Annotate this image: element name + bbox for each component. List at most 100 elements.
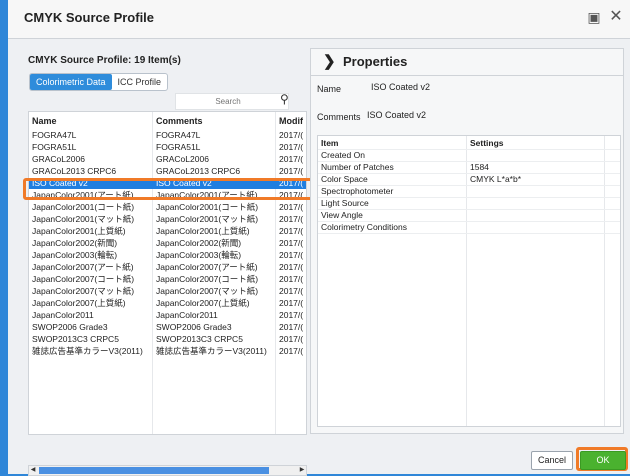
window-icon[interactable]: ▣ xyxy=(586,9,602,25)
settings-row[interactable]: Created On xyxy=(318,150,620,162)
title-bar: CMYK Source Profile ▣ ✕ xyxy=(8,0,630,39)
cell-modified: 2017/( xyxy=(279,322,304,332)
profile-list-panel: CMYK Source Profile: 19 Item(s) Colorime… xyxy=(22,47,307,476)
tab-colorimetric-data[interactable]: Colorimetric Data xyxy=(30,74,112,90)
chevron-right-icon[interactable]: ❯ xyxy=(323,52,336,70)
cell-comments: JapanColor2001(コート紙) xyxy=(156,202,259,212)
table-row[interactable]: JapanColor2001(コート紙) JapanColor2001(コート紙)… xyxy=(29,202,306,213)
cell-modified: 2017/( xyxy=(279,274,304,284)
settings-row[interactable]: View Angle xyxy=(318,210,620,222)
cell-name: JapanColor2007(アート紙) xyxy=(32,262,134,272)
table-row[interactable]: JapanColor2001(上質紙) JapanColor2001(上質紙) 20… xyxy=(29,226,306,237)
column-header-comments[interactable]: Comments xyxy=(153,112,203,128)
cell-comments: JapanColor2002(新聞) xyxy=(156,238,242,248)
cell-comments: JapanColor2001(マット紙) xyxy=(156,214,259,224)
cell-modified: 2017/( xyxy=(279,346,304,356)
table-row[interactable]: 雑誌広告基準カラーV3(2011) 雑誌広告基準カラーV3(2011) 2017/( xyxy=(29,346,306,357)
table-row[interactable]: JapanColor2007(上質紙) JapanColor2007(上質紙) 20… xyxy=(29,298,306,309)
search-box[interactable]: ⚲ xyxy=(175,92,289,110)
cell-name: FOGRA51L xyxy=(32,142,77,152)
tab-icc-profile[interactable]: ICC Profile xyxy=(112,74,168,90)
cell-modified: 2017/( xyxy=(279,310,304,320)
table-row[interactable]: JapanColor2007(マット紙) JapanColor2007(マット紙)… xyxy=(29,286,306,297)
cell-comments: JapanColor2003(輪転) xyxy=(156,250,242,260)
cell-comments: JapanColor2007(上質紙) xyxy=(156,298,250,308)
table-row[interactable]: FOGRA47L FOGRA47L 2017/( xyxy=(29,130,306,141)
setting-item: Created On xyxy=(321,150,365,160)
search-icon[interactable]: ⚲ xyxy=(280,92,289,106)
search-input[interactable] xyxy=(186,94,270,109)
table-row[interactable]: GRACoL2006 GRACoL2006 2017/( xyxy=(29,154,306,165)
settings-row[interactable]: Colorimetry Conditions xyxy=(318,222,620,234)
comments-label: Comments xyxy=(317,112,361,122)
table-row[interactable]: JapanColor2003(輪転) JapanColor2003(輪転) 2017… xyxy=(29,250,306,261)
setting-value: CMYK L*a*b* xyxy=(470,174,522,184)
cell-comments: SWOP2006 Grade3 xyxy=(156,322,232,332)
table-row[interactable]: JapanColor2007(アート紙) JapanColor2007(アート紙)… xyxy=(29,262,306,273)
setting-item: Spectrophotometer xyxy=(321,186,394,196)
cell-name: SWOP2006 Grade3 xyxy=(32,322,108,332)
settings-row[interactable]: Spectrophotometer xyxy=(318,186,620,198)
setting-item: Colorimetry Conditions xyxy=(321,222,407,232)
table-row[interactable]: SWOP2006 Grade3 SWOP2006 Grade3 2017/( xyxy=(29,322,306,333)
cell-name: JapanColor2007(マット紙) xyxy=(32,286,135,296)
cell-modified: 2017/( xyxy=(279,154,304,164)
cell-name: JapanColor2002(新聞) xyxy=(32,238,118,248)
properties-header: ❯ Properties xyxy=(311,49,623,76)
cell-comments: JapanColor2007(アート紙) xyxy=(156,262,258,272)
table-row[interactable]: FOGRA51L FOGRA51L 2017/( xyxy=(29,142,306,153)
setting-item: Light Source xyxy=(321,198,369,208)
cell-comments: JapanColor2007(コート紙) xyxy=(156,274,259,284)
dialog-title: CMYK Source Profile xyxy=(24,10,155,25)
close-icon[interactable]: ✕ xyxy=(608,9,624,25)
cell-name: JapanColor2001(マット紙) xyxy=(32,214,135,224)
settings-row[interactable]: Number of Patches 1584 xyxy=(318,162,620,174)
table-row[interactable]: GRACoL2013 CRPC6 GRACoL2013 CRPC6 2017/( xyxy=(29,166,306,177)
cell-modified: 2017/( xyxy=(279,142,304,152)
cell-name: JapanColor2001(コート紙) xyxy=(32,202,135,212)
setting-item: Color Space xyxy=(321,174,368,184)
cell-comments: GRACoL2006 xyxy=(156,154,209,164)
ok-button[interactable]: OK xyxy=(580,451,626,470)
tab-bar: Colorimetric Data ICC Profile xyxy=(29,73,169,91)
cell-modified: 2017/( xyxy=(279,166,304,176)
cell-comments: JapanColor2007(マット紙) xyxy=(156,286,259,296)
cell-modified: 2017/( xyxy=(279,286,304,296)
table-row[interactable]: JapanColor2011 JapanColor2011 2017/( xyxy=(29,310,306,321)
cell-comments: JapanColor2011 xyxy=(156,310,218,320)
cell-modified: 2017/( xyxy=(279,334,304,344)
setting-value: 1584 xyxy=(470,162,489,172)
selected-row-highlight xyxy=(23,178,313,200)
cell-comments: JapanColor2001(上質紙) xyxy=(156,226,250,236)
table-row[interactable]: JapanColor2002(新聞) JapanColor2002(新聞) 2017… xyxy=(29,238,306,249)
settings-row[interactable]: Light Source xyxy=(318,198,620,210)
settings-header-row: Item Settings xyxy=(318,138,620,150)
cell-name: GRACoL2006 xyxy=(32,154,85,164)
cell-modified: 2017/( xyxy=(279,238,304,248)
cell-name: JapanColor2007(上質紙) xyxy=(32,298,126,308)
column-header-settings: Settings xyxy=(470,138,504,148)
scrollbar-thumb[interactable] xyxy=(39,467,269,474)
cell-comments: SWOP2013C3 CRPC5 xyxy=(156,334,243,344)
cell-name: JapanColor2003(輪転) xyxy=(32,250,118,260)
cancel-button[interactable]: Cancel xyxy=(531,451,573,470)
cell-modified: 2017/( xyxy=(279,130,304,140)
horizontal-scrollbar[interactable]: ◀ ▶ xyxy=(28,465,307,476)
cell-modified: 2017/( xyxy=(279,214,304,224)
background-stripe xyxy=(0,0,8,474)
cell-comments: FOGRA51L xyxy=(156,142,201,152)
cell-modified: 2017/( xyxy=(279,250,304,260)
table-row[interactable]: JapanColor2001(マット紙) JapanColor2001(マット紙)… xyxy=(29,214,306,225)
properties-panel: ❯ Properties Name ISO Coated v2 Comments… xyxy=(310,48,624,434)
column-header-modified[interactable]: Modif xyxy=(276,112,303,128)
settings-row[interactable]: Color Space CMYK L*a*b* xyxy=(318,174,620,186)
table-row[interactable]: JapanColor2007(コート紙) JapanColor2007(コート紙)… xyxy=(29,274,306,285)
setting-item: View Angle xyxy=(321,210,363,220)
cell-modified: 2017/( xyxy=(279,298,304,308)
table-row[interactable]: SWOP2013C3 CRPC5 SWOP2013C3 CRPC5 2017/( xyxy=(29,334,306,345)
name-value: ISO Coated v2 xyxy=(371,82,431,92)
column-header-name[interactable]: Name xyxy=(29,112,57,128)
cell-modified: 2017/( xyxy=(279,262,304,272)
cell-name: FOGRA47L xyxy=(32,130,77,140)
cell-name: JapanColor2007(コート紙) xyxy=(32,274,135,284)
